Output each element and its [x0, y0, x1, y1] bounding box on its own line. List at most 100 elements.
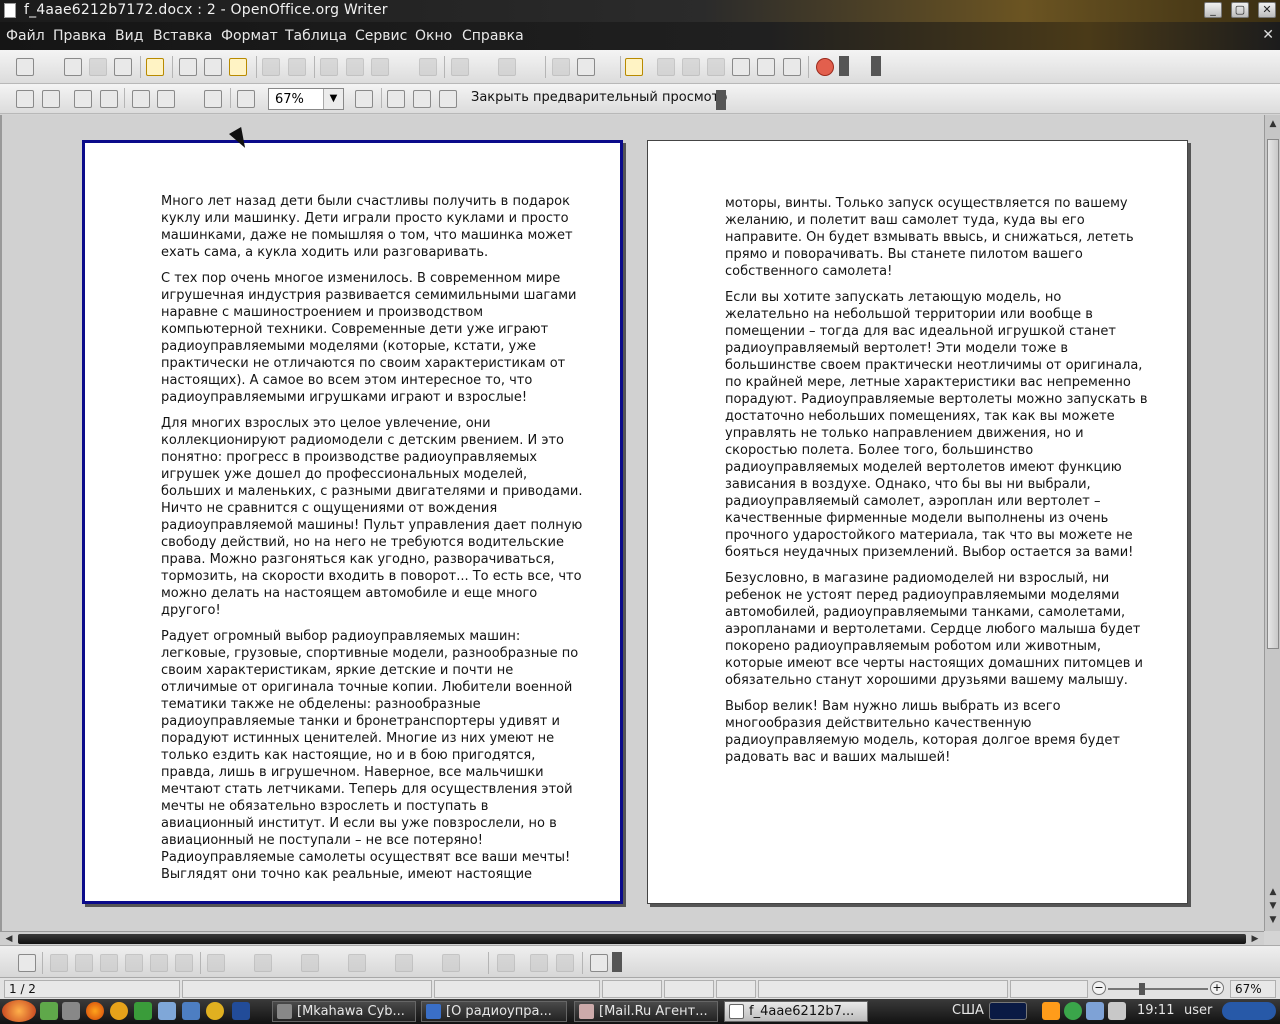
close-document-icon[interactable]: ✕	[1262, 27, 1274, 43]
two-pages-icon[interactable]	[132, 90, 150, 108]
terminal-icon[interactable]	[134, 1002, 152, 1020]
writer-launcher-icon[interactable]	[182, 1002, 200, 1020]
from-file-icon[interactable]	[530, 954, 548, 972]
gallery-icon[interactable]	[707, 58, 725, 76]
ellipse-icon[interactable]	[100, 954, 118, 972]
save-icon[interactable]	[89, 58, 107, 76]
block-arrows-icon[interactable]	[301, 954, 319, 972]
book-preview-icon[interactable]	[204, 90, 222, 108]
cpu-monitor-icon[interactable]	[989, 1002, 1027, 1020]
toolbar-options-icon[interactable]	[612, 952, 622, 972]
menu-file[interactable]: Файл	[6, 28, 45, 44]
title-bar[interactable]: f_4aae6212b7172.docx : 2 - OpenOffice.or…	[0, 0, 1280, 22]
paste-icon[interactable]	[371, 58, 389, 76]
clock[interactable]: 19:11	[1137, 1003, 1174, 1018]
zoom-slider-knob[interactable]	[1139, 983, 1145, 995]
toolbar-options-icon[interactable]	[839, 56, 849, 76]
spellcheck-icon[interactable]	[262, 58, 280, 76]
help-icon[interactable]	[816, 58, 834, 76]
callout-icon[interactable]	[175, 954, 193, 972]
username[interactable]: user	[1184, 1003, 1212, 1018]
autospellcheck-icon[interactable]	[288, 58, 306, 76]
freeform-line-icon[interactable]	[125, 954, 143, 972]
selection-mode-cell[interactable]	[664, 980, 714, 998]
show-draw-functions-icon[interactable]	[625, 58, 643, 76]
line-icon[interactable]	[50, 954, 68, 972]
menu-insert[interactable]: Вставка	[153, 28, 212, 44]
format-paintbrush-icon[interactable]	[419, 58, 437, 76]
launcher-icon[interactable]	[40, 1002, 58, 1020]
document-modified-cell[interactable]	[716, 980, 756, 998]
view-layout-cell[interactable]	[1010, 980, 1088, 998]
mail-agent-icon[interactable]	[110, 1002, 128, 1020]
scroll-down-icon[interactable]: ▼	[1267, 899, 1279, 913]
copy-icon[interactable]	[346, 58, 364, 76]
callouts-icon[interactable]	[395, 954, 413, 972]
menu-edit[interactable]: Правка	[53, 28, 106, 44]
next-page-icon[interactable]	[42, 90, 60, 108]
menu-table[interactable]: Таблица	[285, 28, 347, 44]
fontwork-icon[interactable]	[590, 954, 608, 972]
symbol-shapes-icon[interactable]	[254, 954, 272, 972]
signature-cell[interactable]	[758, 980, 1008, 998]
data-sources-icon[interactable]	[732, 58, 750, 76]
toolbar-options-icon[interactable]	[716, 90, 726, 110]
maximize-button[interactable]: ▢	[1231, 2, 1249, 18]
horizontal-scrollbar[interactable]: ◀ ▶	[0, 931, 1264, 945]
zoom-icon[interactable]	[783, 58, 801, 76]
zoom-percent[interactable]: 67%	[1230, 980, 1276, 998]
scroll-right-icon[interactable]: ▶	[1248, 932, 1262, 946]
points-icon[interactable]	[497, 954, 515, 972]
find-replace-icon[interactable]	[657, 58, 675, 76]
rectangle-icon[interactable]	[75, 954, 93, 972]
page-preview-icon[interactable]	[229, 58, 247, 76]
zoom-plus-icon[interactable]: +	[1210, 981, 1224, 995]
language-cell[interactable]	[434, 980, 600, 998]
page-style-cell[interactable]	[182, 980, 432, 998]
menu-format[interactable]: Формат	[221, 28, 278, 44]
print-page-view-icon[interactable]	[439, 90, 457, 108]
vertical-scroll-thumb[interactable]	[1267, 139, 1279, 649]
insert-mode-cell[interactable]	[602, 980, 662, 998]
firefox-icon[interactable]	[86, 1002, 104, 1020]
zoom-combobox[interactable]: 67% ▼	[268, 88, 344, 110]
export-pdf-icon[interactable]	[179, 58, 197, 76]
select-pointer-icon[interactable]	[18, 954, 36, 972]
multiple-pages-icon[interactable]	[157, 90, 175, 108]
zoom-out-icon[interactable]	[355, 90, 373, 108]
close-preview-button[interactable]: Закрыть предварительный просмотр	[471, 90, 727, 105]
scroll-up-icon[interactable]: ▲	[1267, 117, 1279, 131]
menu-view[interactable]: Вид	[115, 28, 143, 44]
minimize-button[interactable]: _	[1204, 2, 1222, 18]
basic-shapes-icon[interactable]	[207, 954, 225, 972]
zoom-minus-icon[interactable]: −	[1092, 981, 1106, 995]
text-tool-icon[interactable]	[150, 954, 168, 972]
volume-icon[interactable]	[1108, 1002, 1126, 1020]
scroll-down-icon[interactable]: ▼	[1267, 913, 1279, 927]
logout-icon[interactable]	[1222, 1002, 1276, 1020]
start-menu-icon[interactable]	[2, 1000, 36, 1022]
calculator-icon[interactable]	[62, 1002, 80, 1020]
keyboard-layout[interactable]: США	[952, 1003, 984, 1018]
email-icon[interactable]	[114, 58, 132, 76]
cut-icon[interactable]	[320, 58, 338, 76]
full-screen-icon[interactable]	[387, 90, 405, 108]
redo-icon[interactable]	[498, 58, 516, 76]
open-icon[interactable]	[64, 58, 82, 76]
chevron-down-icon[interactable]: ▼	[323, 89, 343, 109]
task-mkahawa[interactable]: [Mkahawa Cyb...	[272, 1001, 416, 1022]
icq-icon[interactable]	[1064, 1002, 1082, 1020]
network-icon[interactable]	[1086, 1002, 1104, 1020]
print-options-icon[interactable]	[413, 90, 431, 108]
task-writer[interactable]: f_4aae6212b7...	[724, 1001, 868, 1022]
document-preview-area[interactable]: Много лет назад дети были счастливы полу…	[0, 115, 1264, 931]
file-manager-icon[interactable]	[158, 1002, 176, 1020]
zoom-slider[interactable]: − +	[1092, 981, 1224, 997]
vlc-icon[interactable]	[206, 1002, 224, 1020]
scroll-left-icon[interactable]: ◀	[2, 932, 16, 946]
task-browser[interactable]: [О радиоупра...	[421, 1001, 567, 1022]
page-2[interactable]: моторы, винты. Только запуск осуществляе…	[647, 140, 1188, 904]
toolbar-overflow-icon[interactable]	[871, 56, 881, 76]
menu-tools[interactable]: Сервис	[355, 28, 407, 44]
undo-icon[interactable]	[451, 58, 469, 76]
